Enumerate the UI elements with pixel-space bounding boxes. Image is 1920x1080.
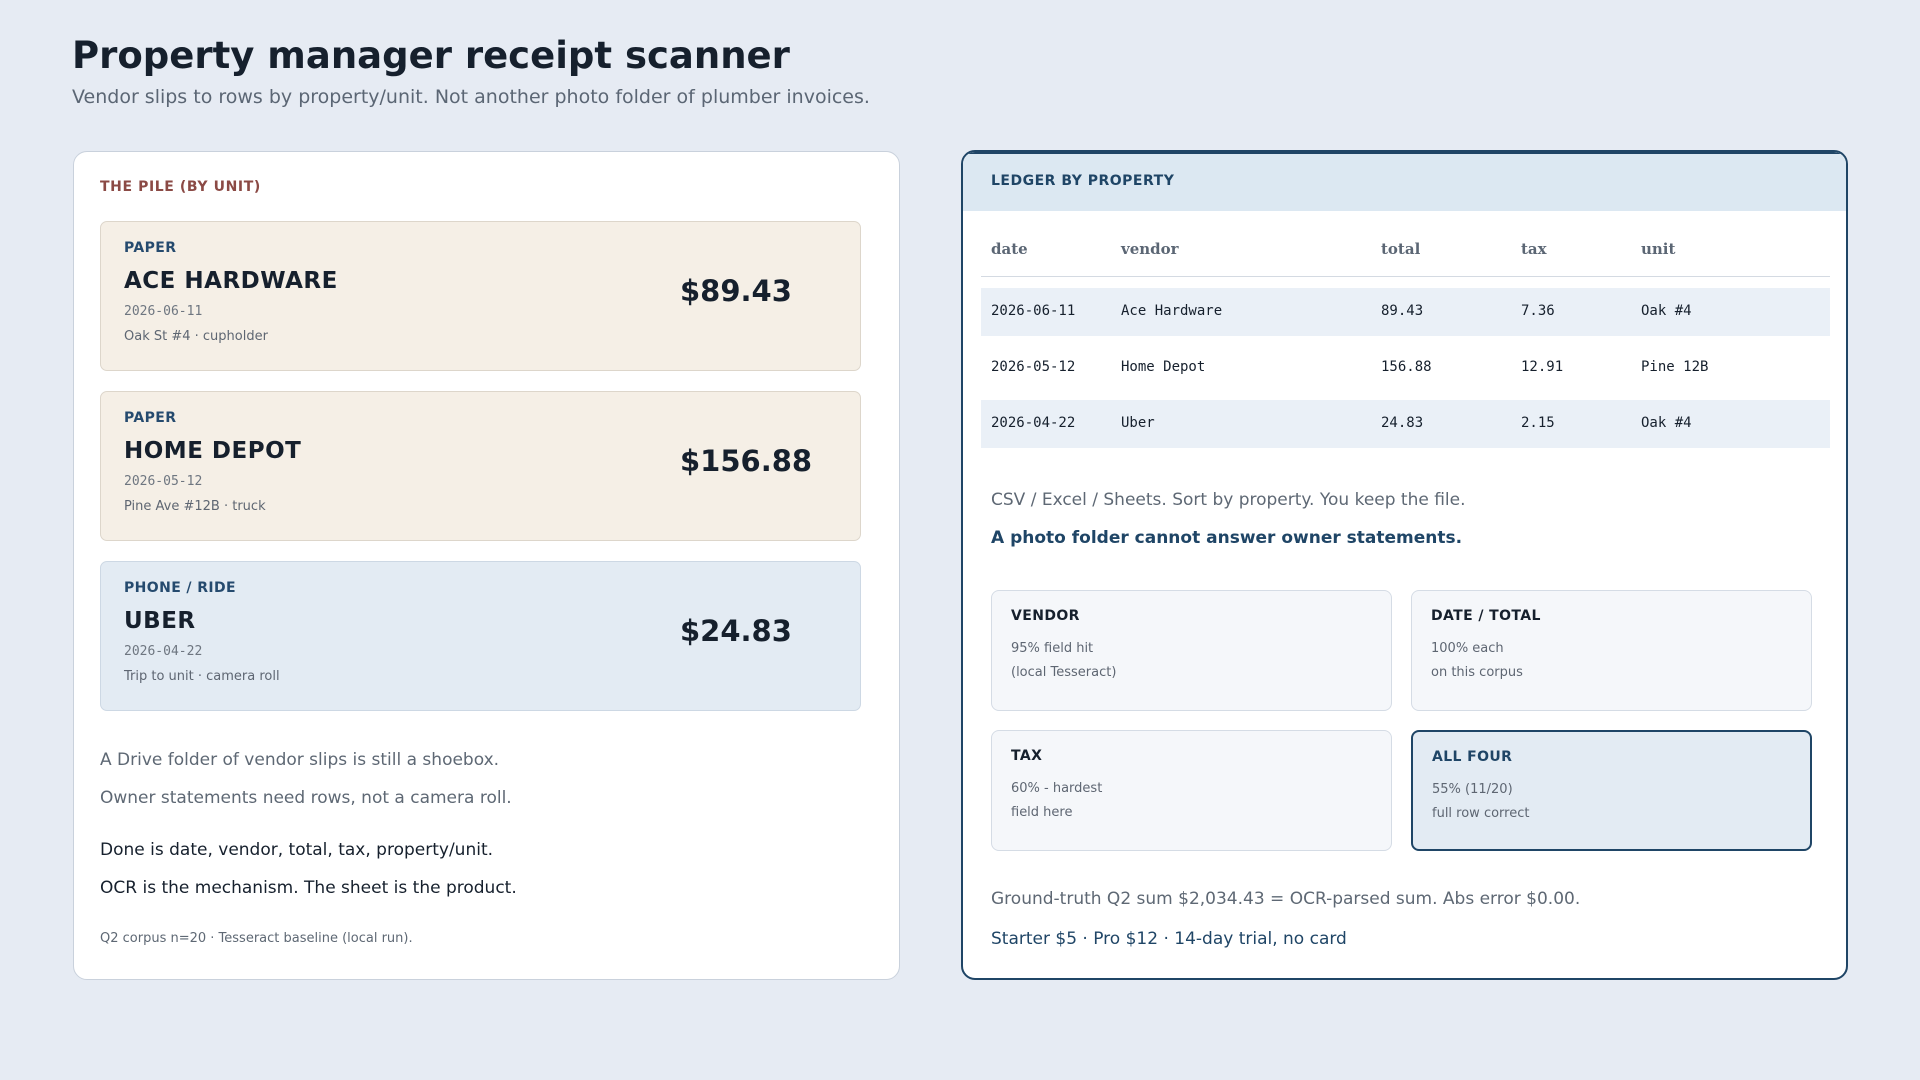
pricing-text: Starter $5 · Pro $12 · 14-day trial, no … — [991, 929, 1347, 949]
metric-note: (local Tesseract) — [1011, 665, 1117, 680]
cell-date: 2026-06-11 — [991, 303, 1076, 319]
column-header-date[interactable]: date — [991, 240, 1028, 258]
cell-total: 156.88 — [1381, 359, 1432, 375]
metric-value: 95% field hit — [1011, 641, 1094, 656]
slip-note: Oak St #4 · cupholder — [124, 329, 268, 344]
slip-kind: PHONE / RIDE — [124, 580, 236, 596]
metric-value: 100% each — [1431, 641, 1504, 656]
column-header-vendor[interactable]: vendor — [1121, 240, 1179, 258]
cell-tax: 2.15 — [1521, 415, 1555, 431]
cell-unit: Oak #4 — [1641, 415, 1692, 431]
metric-note: on this corpus — [1431, 665, 1523, 680]
ocr-mechanism-text: OCR is the mechanism. The sheet is the p… — [100, 878, 517, 898]
metric-title: VENDOR — [1011, 608, 1080, 624]
slip-date: 2026-05-12 — [124, 474, 203, 489]
cell-tax: 12.91 — [1521, 359, 1564, 375]
metric-card-all-four: ALL FOUR 55% (11/20) full row correct — [1411, 730, 1812, 851]
page-subtitle: Vendor slips to rows by property/unit. N… — [72, 86, 870, 108]
cell-total: 24.83 — [1381, 415, 1424, 431]
slip-vendor: UBER — [124, 608, 196, 634]
metric-card-tax: TAX 60% - hardest field here — [991, 730, 1392, 851]
shoebox-text: A Drive folder of vendor slips is still … — [100, 750, 500, 770]
ground-truth-text: Ground-truth Q2 sum $2,034.43 = OCR-pars… — [991, 889, 1581, 909]
column-header-unit[interactable]: unit — [1641, 240, 1675, 258]
table-row[interactable]: 2026-06-11 Ace Hardware 89.43 7.36 Oak #… — [981, 288, 1830, 336]
slip-date: 2026-04-22 — [124, 644, 203, 659]
cell-date: 2026-05-12 — [991, 359, 1076, 375]
pile-panel: THE PILE (BY UNIT) PAPER ACE HARDWARE 20… — [73, 151, 900, 980]
metric-note: field here — [1011, 805, 1073, 820]
metric-title: DATE / TOTAL — [1431, 608, 1541, 624]
slip-amount: $156.88 — [680, 444, 813, 478]
slip-vendor: ACE HARDWARE — [124, 268, 338, 294]
export-formats-text: CSV / Excel / Sheets. Sort by property. … — [991, 490, 1466, 510]
slip-amount: $24.83 — [680, 614, 792, 648]
ledger-title: LEDGER BY PROPERTY — [991, 173, 1175, 189]
done-definition-text: Done is date, vendor, total, tax, proper… — [100, 840, 494, 860]
cell-tax: 7.36 — [1521, 303, 1555, 319]
column-header-total[interactable]: total — [1381, 240, 1420, 258]
metric-value: 55% (11/20) — [1432, 782, 1513, 797]
metric-card-vendor: VENDOR 95% field hit (local Tesseract) — [991, 590, 1392, 711]
corpus-footnote: Q2 corpus n=20 · Tesseract baseline (loc… — [100, 931, 413, 946]
cell-vendor: Home Depot — [1121, 359, 1206, 375]
column-header-tax[interactable]: tax — [1521, 240, 1547, 258]
slip-card-ace-hardware[interactable]: PAPER ACE HARDWARE 2026-06-11 Oak St #4 … — [100, 221, 861, 371]
slip-card-home-depot[interactable]: PAPER HOME DEPOT 2026-05-12 Pine Ave #12… — [100, 391, 861, 541]
cell-vendor: Uber — [1121, 415, 1155, 431]
metric-note: full row correct — [1432, 806, 1530, 821]
metric-title: ALL FOUR — [1432, 749, 1513, 765]
ledger-header: LEDGER BY PROPERTY — [963, 152, 1846, 211]
cell-unit: Pine 12B — [1641, 359, 1709, 375]
header-divider — [981, 276, 1830, 277]
table-row[interactable]: 2026-05-12 Home Depot 156.88 12.91 Pine … — [981, 344, 1830, 392]
metric-title: TAX — [1011, 748, 1043, 764]
cell-vendor: Ace Hardware — [1121, 303, 1223, 319]
page: Property manager receipt scanner Vendor … — [0, 0, 1920, 1080]
table-row[interactable]: 2026-04-22 Uber 24.83 2.15 Oak #4 — [981, 400, 1830, 448]
cell-date: 2026-04-22 — [991, 415, 1076, 431]
ledger-panel: LEDGER BY PROPERTY date vendor total tax… — [961, 150, 1848, 980]
slip-vendor: HOME DEPOT — [124, 438, 302, 464]
slip-note: Trip to unit · camera roll — [124, 669, 280, 684]
pile-label: THE PILE (BY UNIT) — [100, 179, 261, 195]
slip-date: 2026-06-11 — [124, 304, 203, 319]
cell-total: 89.43 — [1381, 303, 1424, 319]
metric-value: 60% - hardest — [1011, 781, 1103, 796]
slip-kind: PAPER — [124, 410, 177, 426]
slip-amount: $89.43 — [680, 274, 792, 308]
cell-unit: Oak #4 — [1641, 303, 1692, 319]
owner-statements-callout: A photo folder cannot answer owner state… — [991, 528, 1463, 548]
slip-card-uber[interactable]: PHONE / RIDE UBER 2026-04-22 Trip to uni… — [100, 561, 861, 711]
metric-card-date-total: DATE / TOTAL 100% each on this corpus — [1411, 590, 1812, 711]
owner-statements-text: Owner statements need rows, not a camera… — [100, 788, 512, 808]
page-title: Property manager receipt scanner — [72, 34, 790, 77]
slip-kind: PAPER — [124, 240, 177, 256]
slip-note: Pine Ave #12B · truck — [124, 499, 266, 514]
